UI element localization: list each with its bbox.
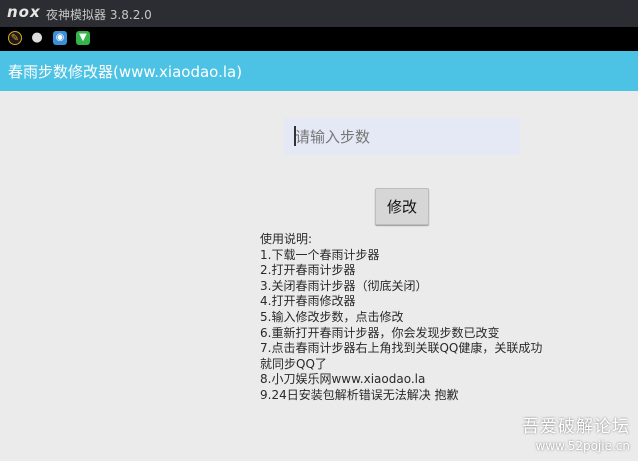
nox-logo: nox [7,3,41,21]
app-store-icon[interactable]: ◉ [53,31,67,45]
watermark: 吾爱破解论坛 www.52pojie.cn [522,412,630,453]
app-launcher-icon[interactable]: ✎ [8,31,22,45]
instruction-line: 7.点击春雨计步器右上角找到关联QQ健康，关联成功就同步QQ了 [260,341,543,371]
modify-button[interactable]: 修改 [375,188,429,225]
wechat-icon[interactable]: ● [30,31,44,45]
window-title: 夜神模拟器 3.8.2.0 [46,8,152,22]
instruction-line: 3.关闭春雨计步器（彻底关闭） [260,278,428,293]
instruction-line: 1.下载一个春雨计步器 [260,247,380,262]
instruction-line: 9.24日安装包解析错误无法解决 抱歉 [260,387,459,402]
instructions: 使用说明: 1.下载一个春雨计步器 2.打开春雨计步器 3.关闭春雨计步器（彻底… [260,232,550,404]
instruction-line: 8.小刀娱乐网www.xiaodao.la [260,372,426,387]
app-action-bar: 春雨步数修改器(www.xiaodao.la) [0,51,638,91]
instruction-line: 4.打开春雨修改器 [260,294,356,309]
watermark-url: www.52pojie.cn [535,439,630,453]
android-status-bar: ✎ ● ◉ ▼ [0,27,638,51]
step-count-input[interactable] [284,118,520,155]
text-cursor [294,126,296,146]
instruction-line: 5.输入修改步数，点击修改 [260,309,404,324]
watermark-title: 吾爱破解论坛 [522,417,630,437]
instruction-line: 6.重新打开春雨计步器，你会发现步数已改变 [260,325,500,340]
instructions-heading: 使用说明: [260,232,313,246]
download-icon[interactable]: ▼ [76,31,90,45]
emulator-titlebar: nox 夜神模拟器 3.8.2.0 [0,0,638,27]
app-title: 春雨步数修改器(www.xiaodao.la) [8,63,243,81]
instruction-line: 2.打开春雨计步器 [260,263,356,278]
